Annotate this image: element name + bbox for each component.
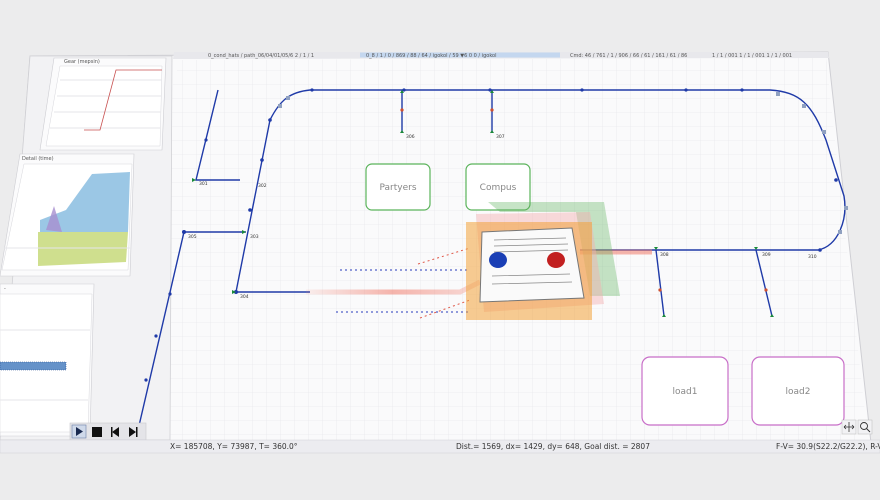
svg-text:309: 309 [762, 252, 771, 258]
svg-text:310: 310 [808, 254, 817, 260]
third-panel: - [0, 283, 95, 437]
speed-panel: Gear (mepsin) [39, 57, 167, 151]
pose-readout: X= 185708, Y= 73987, T= 360.0° [170, 442, 298, 451]
workspace-scene: 0_cond_hats / path_06/04/01/05/6 2 / 1 /… [0, 51, 880, 454]
stop-icon [92, 427, 102, 437]
step-forward-button[interactable] [126, 426, 140, 438]
svg-text:304: 304 [240, 294, 249, 300]
svg-text:load2: load2 [786, 387, 811, 397]
detail-panel: Detail (time) [0, 153, 135, 277]
left-panels: Gear (mepsin) Detail (time) - [0, 55, 173, 441]
third-panel-title: - [4, 286, 6, 292]
speed-panel-title: Gear (mepsin) [64, 59, 100, 65]
fit-button[interactable] [841, 419, 857, 435]
step-back-button[interactable] [108, 426, 122, 438]
timeline-bar [0, 362, 66, 370]
play-button[interactable] [71, 424, 87, 439]
svg-text:306: 306 [406, 134, 415, 140]
robot-left-wheel [489, 252, 507, 268]
force-readout: F-V= 30.9(S22.2/G22.2), R-V=29.1(... [776, 442, 880, 451]
svg-text:305: 305 [188, 234, 197, 240]
svg-text:Partyers: Partyers [379, 183, 416, 193]
playback-controls [69, 422, 147, 441]
svg-text:Compus: Compus [480, 183, 517, 193]
svg-text:303: 303 [250, 234, 259, 240]
distance-readout: Dist.= 1569, dx= 1429, dy= 648, Goal dis… [456, 442, 650, 451]
svg-text:308: 308 [660, 252, 669, 258]
stop-button[interactable] [90, 426, 104, 438]
topbar-path: 0_cond_hats / path_06/04/01/05/6 2 / 1 /… [208, 53, 314, 59]
status-bar: X= 185708, Y= 73987, T= 360.0° Dist.= 15… [0, 439, 880, 454]
robot[interactable] [466, 202, 620, 320]
zone-partyers[interactable]: Partyers [365, 163, 431, 211]
zone-load1[interactable]: load1 [641, 356, 729, 426]
zone-load2[interactable]: load2 [751, 356, 845, 426]
topbar-highlight: 0_8 / 1 / 0 / 869 / 88 / 64 / igokol / 5… [366, 53, 497, 59]
topbar-coords: Cmd: 46 / 761 / 1 / 906 / 66 / 61 / 161 … [570, 53, 687, 59]
svg-text:307: 307 [496, 134, 505, 140]
svg-text:301: 301 [199, 181, 208, 187]
robot-right-wheel [547, 252, 565, 268]
detail-panel-title: Detail (time) [22, 156, 54, 162]
svg-text:302: 302 [258, 183, 267, 189]
topbar-right: 1 / 1 / 001 1 / 1 / 001 1 / 1 / 001 [712, 53, 792, 59]
detail-area-olive [38, 232, 128, 266]
svg-text:load1: load1 [673, 387, 698, 397]
zoom-button[interactable] [857, 419, 873, 435]
